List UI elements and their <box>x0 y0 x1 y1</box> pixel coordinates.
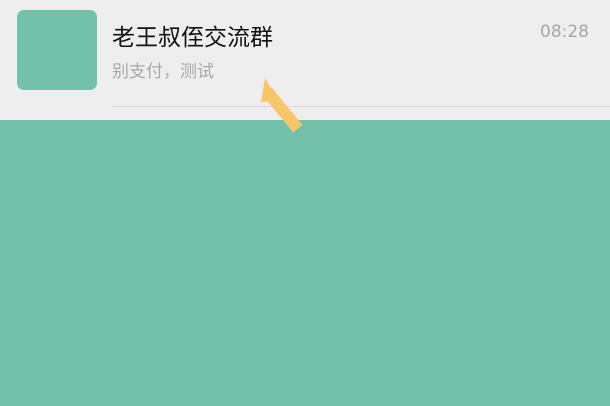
group-avatar[interactable] <box>17 10 97 90</box>
content-background <box>0 120 610 406</box>
row-divider <box>112 106 610 107</box>
message-time: 08:28 <box>540 22 589 42</box>
last-message-preview: 别支付，测试 <box>112 62 214 82</box>
chat-list-item[interactable]: 老王叔侄交流群 别支付，测试 08:28 <box>0 0 610 120</box>
chat-name: 老王叔侄交流群 <box>112 25 273 51</box>
